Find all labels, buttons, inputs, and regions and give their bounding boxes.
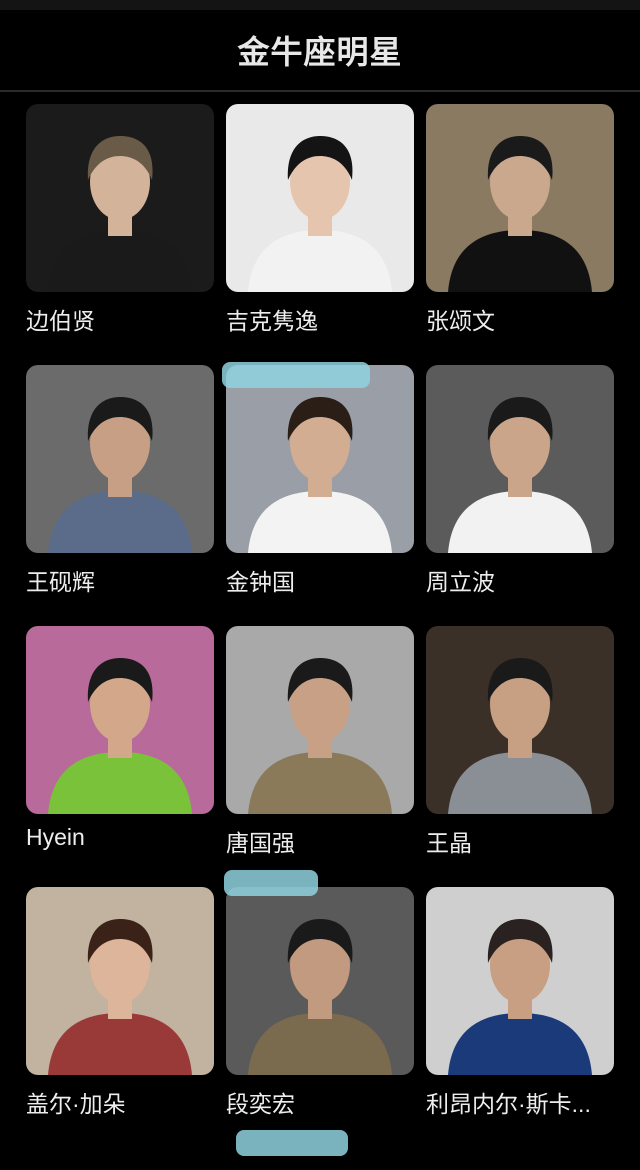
- celebrity-name: 周立波: [426, 569, 495, 595]
- celebrity-card[interactable]: 张颂文: [426, 104, 614, 334]
- portrait-silhouette: [48, 136, 192, 292]
- portrait-shoulders: [48, 752, 192, 814]
- celebrity-name: 段奕宏: [226, 1091, 295, 1117]
- celebrity-name: 唐国强: [226, 830, 295, 856]
- portrait-silhouette: [48, 397, 192, 553]
- portrait-silhouette: [448, 658, 592, 814]
- portrait-shoulders: [48, 230, 192, 292]
- celebrity-name: 张颂文: [426, 308, 495, 334]
- celebrity-name: 盖尔·加朵: [26, 1091, 126, 1117]
- celebrity-photo: [426, 104, 614, 292]
- celebrity-photo: [26, 626, 214, 814]
- portrait-shoulders: [448, 230, 592, 292]
- celebrity-card[interactable]: 吉克隽逸: [226, 104, 414, 334]
- celebrity-photo: [226, 626, 414, 814]
- celebrity-grid: 边伯贤 吉克隽逸 张颂文 王砚辉 金钟国 周立波 Hyein 唐国强 王晶 盖尔…: [0, 104, 640, 1148]
- celebrity-photo: [226, 104, 414, 292]
- portrait-silhouette: [248, 919, 392, 1075]
- portrait-shoulders: [48, 1013, 192, 1075]
- portrait-shoulders: [48, 491, 192, 553]
- portrait-shoulders: [248, 752, 392, 814]
- highlight-mark: [222, 362, 370, 388]
- portrait-shoulders: [448, 752, 592, 814]
- highlight-mark: [236, 1130, 348, 1156]
- portrait-shoulders: [248, 491, 392, 553]
- celebrity-name: Hyein: [26, 824, 85, 850]
- portrait-silhouette: [248, 397, 392, 553]
- celebrity-card[interactable]: 利昂内尔·斯卡...: [426, 887, 614, 1117]
- grid-row: 盖尔·加朵 段奕宏 利昂内尔·斯卡...: [0, 887, 640, 1148]
- page-title: 金牛座明星: [237, 34, 403, 70]
- grid-row: 边伯贤 吉克隽逸 张颂文: [0, 104, 640, 365]
- grid-row: Hyein 唐国强 王晶: [0, 626, 640, 887]
- portrait-silhouette: [448, 919, 592, 1075]
- celebrity-photo: [226, 365, 414, 553]
- celebrity-card[interactable]: 段奕宏: [226, 887, 414, 1117]
- portrait-silhouette: [48, 658, 192, 814]
- portrait-shoulders: [248, 230, 392, 292]
- celebrity-card[interactable]: 盖尔·加朵: [26, 887, 214, 1117]
- portrait-silhouette: [448, 397, 592, 553]
- celebrity-card[interactable]: Hyein: [26, 626, 214, 852]
- highlight-mark: [224, 870, 318, 896]
- page-header: 金牛座明星: [0, 10, 640, 92]
- celebrity-name: 利昂内尔·斯卡...: [426, 1091, 591, 1117]
- celebrity-name: 边伯贤: [26, 308, 95, 334]
- celebrity-photo: [426, 887, 614, 1075]
- portrait-silhouette: [448, 136, 592, 292]
- celebrity-card[interactable]: 边伯贤: [26, 104, 214, 334]
- celebrity-card[interactable]: 周立波: [426, 365, 614, 595]
- celebrity-photo: [426, 626, 614, 814]
- celebrity-card[interactable]: 王晶: [426, 626, 614, 856]
- celebrity-photo: [426, 365, 614, 553]
- celebrity-name: 吉克隽逸: [226, 308, 318, 334]
- portrait-silhouette: [248, 136, 392, 292]
- portrait-shoulders: [248, 1013, 392, 1075]
- portrait-shoulders: [448, 1013, 592, 1075]
- celebrity-photo: [26, 365, 214, 553]
- status-bar-strip: [0, 0, 640, 10]
- celebrity-name: 金钟国: [226, 569, 295, 595]
- celebrity-card[interactable]: 金钟国: [226, 365, 414, 595]
- celebrity-card[interactable]: 唐国强: [226, 626, 414, 856]
- portrait-silhouette: [48, 919, 192, 1075]
- celebrity-photo: [26, 104, 214, 292]
- celebrity-card[interactable]: 王砚辉: [26, 365, 214, 595]
- portrait-silhouette: [248, 658, 392, 814]
- portrait-shoulders: [448, 491, 592, 553]
- grid-row: 王砚辉 金钟国 周立波: [0, 365, 640, 626]
- celebrity-photo: [26, 887, 214, 1075]
- celebrity-name: 王砚辉: [26, 569, 95, 595]
- celebrity-name: 王晶: [426, 830, 472, 856]
- celebrity-photo: [226, 887, 414, 1075]
